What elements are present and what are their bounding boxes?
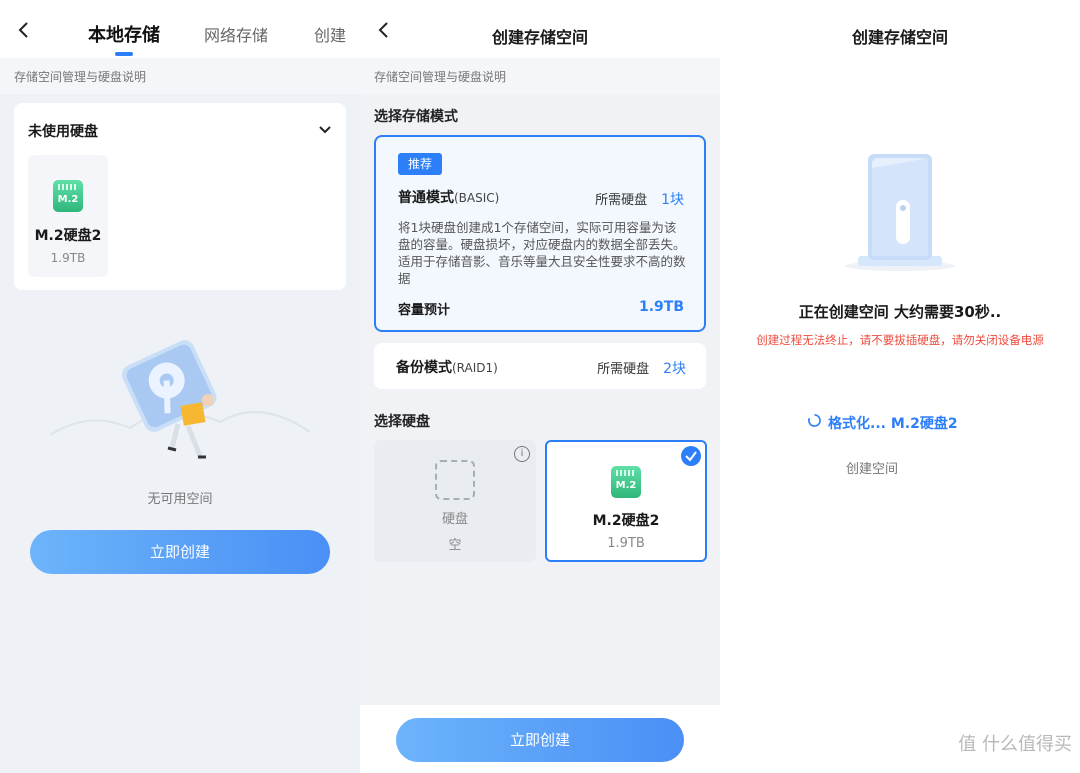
back-button[interactable] <box>14 20 34 40</box>
creating-progress-screen: 创建存储空间 正在创建空间 大约需要30秒.. 创建过程无法终止，请不要拔插硬盘… <box>720 0 1080 773</box>
unused-disks-title: 未使用硬盘 <box>28 124 98 140</box>
capacity-label: 容量预计 <box>398 303 451 318</box>
loading-spinner-icon <box>808 414 821 427</box>
m2-disk-icon: M.2 <box>611 466 641 498</box>
capacity-value: 1.9TB <box>638 299 684 315</box>
disk-size: 1.9TB <box>607 536 645 551</box>
mode-section-label: 选择存储模式 <box>374 109 458 125</box>
raid1-mode-option[interactable]: 备份模式(RAID1) 所需硬盘 2块 <box>374 343 706 389</box>
recommend-badge: 推荐 <box>398 153 442 175</box>
disk-section-label: 选择硬盘 <box>374 414 430 430</box>
warning-text: 创建过程无法终止，请不要拔插硬盘，请勿关闭设备电源 <box>756 333 1044 347</box>
page-title: 创建存储空间 <box>851 28 948 47</box>
header: 本地存储 网络存储 创建 <box>0 0 360 58</box>
watermark: 值 什么值得买 <box>958 734 1072 755</box>
m2-disk-icon: M.2 <box>53 180 83 212</box>
basic-mode-description: 将1块硬盘创建成1个存储空间，实际可用容量为该盘的容量。硬盘损坏，对应硬盘内的数… <box>398 220 686 286</box>
local-storage-screen: 本地存储 网络存储 创建 存储空间管理与硬盘说明 未使用硬盘 M.2 M.2硬盘… <box>0 0 360 773</box>
slot-name: 硬盘 <box>441 512 468 527</box>
next-step-text: 创建空间 <box>846 462 899 477</box>
formatting-progress: 格式化... M.2硬盘2 <box>808 413 958 433</box>
disk-tile[interactable]: M.2 M.2硬盘2 1.9TB <box>28 155 108 277</box>
raid1-required-disks: 所需硬盘 2块 <box>597 361 686 377</box>
creating-status-text: 正在创建空间 大约需要30秒.. <box>798 303 1002 321</box>
storage-help-link[interactable]: 存储空间管理与硬盘说明 <box>360 58 720 94</box>
disk-name: M.2硬盘2 <box>592 513 660 529</box>
unused-disks-card: 未使用硬盘 M.2 M.2硬盘2 1.9TB <box>14 103 346 290</box>
disk-slot-empty: i 硬盘 空 <box>374 440 536 562</box>
chevron-down-icon[interactable] <box>318 123 332 137</box>
basic-required-disks: 所需硬盘 1块 <box>595 192 684 208</box>
header: 创建存储空间 <box>360 0 720 58</box>
storage-box-illustration <box>845 154 955 271</box>
page-title: 创建存储空间 <box>491 28 588 47</box>
empty-state-text: 无可用空间 <box>147 492 213 507</box>
tab-create[interactable]: 创建 <box>314 22 346 46</box>
slot-status: 空 <box>448 538 462 553</box>
basic-mode-name: 普通模式(BASIC) <box>398 190 500 206</box>
header: 创建存储空间 <box>720 0 1080 58</box>
chevron-left-icon <box>18 22 28 38</box>
disk-name: M.2硬盘2 <box>34 228 102 244</box>
storage-help-link[interactable]: 存储空间管理与硬盘说明 <box>0 58 360 94</box>
check-icon <box>681 446 701 466</box>
disk-slot-selected[interactable]: M.2 M.2硬盘2 1.9TB <box>545 440 707 562</box>
empty-illustration <box>50 340 310 459</box>
disk-size: 1.9TB <box>50 251 86 265</box>
active-tab-indicator <box>115 52 133 56</box>
tab-network-storage[interactable]: 网络存储 <box>204 22 268 46</box>
tab-local-storage[interactable]: 本地存储 <box>88 21 160 47</box>
raid1-mode-name: 备份模式(RAID1) <box>396 360 498 376</box>
create-now-button[interactable]: 立即创建 <box>30 530 330 574</box>
empty-slot-icon <box>435 460 475 500</box>
basic-mode-option[interactable]: 推荐 普通模式(BASIC) 所需硬盘 1块 将1块硬盘创建成1个存储空间，实际可… <box>374 135 706 332</box>
create-storage-screen: 创建存储空间 存储空间管理与硬盘说明 选择存储模式 推荐 普通模式(BASIC)… <box>360 0 720 773</box>
create-now-button[interactable]: 立即创建 <box>396 718 684 762</box>
info-icon[interactable]: i <box>514 446 530 462</box>
